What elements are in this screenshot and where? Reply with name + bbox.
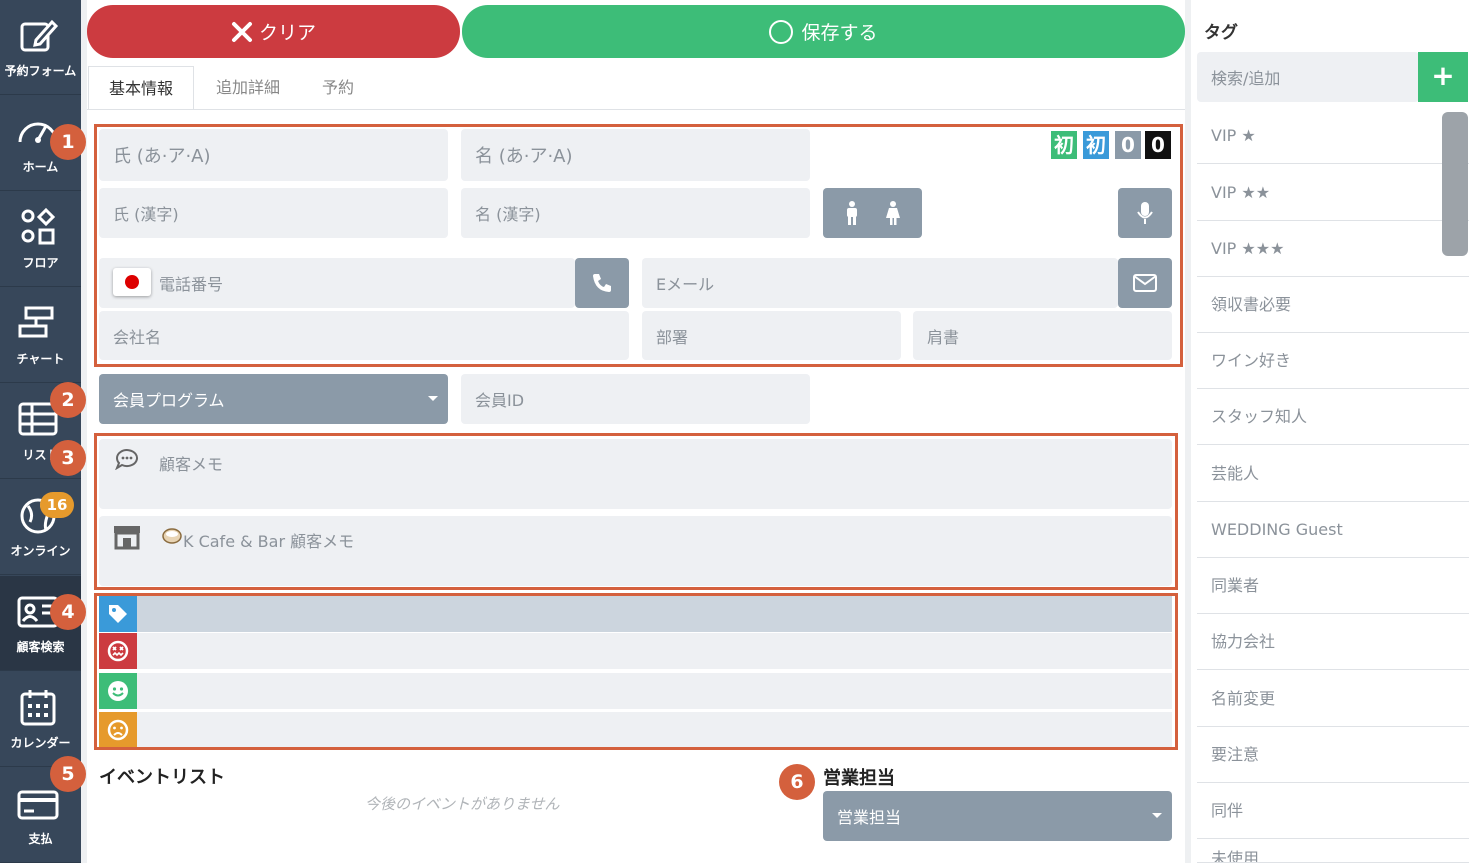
save-label: 保存する [801, 22, 878, 44]
tag-item[interactable]: 同伴 [1197, 783, 1469, 839]
nav-label: カレンダー [10, 736, 71, 750]
circle-icon [769, 19, 794, 44]
member-id-input[interactable]: 会員ID [461, 374, 810, 424]
member-program-select[interactable]: 会員プログラム [99, 374, 448, 424]
nav-label: 顧客検索 [16, 640, 65, 654]
tag-item[interactable]: 要注意 [1197, 727, 1469, 783]
nav-label: 予約フォーム [4, 64, 77, 78]
nav-calendar[interactable]: カレンダー [0, 672, 81, 767]
tag-item[interactable]: VIP ★★★ [1197, 221, 1469, 277]
online-count-badge: 16 [40, 492, 74, 518]
callout-number-6: 6 [779, 764, 815, 800]
chart-icon [18, 306, 54, 338]
callout-box-1 [94, 124, 1183, 367]
clear-label: クリア [258, 22, 316, 44]
edit-icon [20, 19, 59, 52]
tag-list-scrollbar[interactable] [1442, 112, 1468, 256]
callout-number-5: 5 [50, 756, 86, 792]
tag-item[interactable]: 領収書必要 [1197, 277, 1469, 333]
callout-number-3: 3 [50, 440, 86, 476]
nav-label: チャート [16, 352, 65, 366]
clear-button[interactable]: クリア [87, 5, 460, 58]
sales-rep-title: 営業担当 [823, 768, 895, 789]
nav-floor[interactable]: フロア [0, 192, 81, 287]
calendar-icon [20, 690, 56, 726]
tab-basic-info[interactable]: 基本情報 [88, 66, 194, 110]
member-program-label: 会員プログラム [113, 391, 225, 410]
tag-item[interactable]: 未使用 [1197, 839, 1469, 863]
event-list-empty: 今後のイベントがありません [365, 795, 560, 813]
nav-label: ホーム [22, 160, 59, 174]
nav-chart[interactable]: チャート [0, 288, 81, 383]
event-list-title: イベントリスト [99, 767, 225, 788]
nav-label: フロア [22, 256, 59, 270]
tag-item[interactable]: VIP ★ [1197, 108, 1469, 164]
floor-icon [21, 207, 56, 245]
tab-additional-details[interactable]: 追加詳細 [198, 66, 298, 110]
tag-item[interactable]: ワイン好き [1197, 333, 1469, 389]
tag-item[interactable]: 同業者 [1197, 558, 1469, 614]
callout-number-4: 4 [50, 594, 86, 630]
chevron-down-icon [1152, 813, 1162, 818]
sales-rep-label: 営業担当 [837, 808, 902, 827]
callout-number-2: 2 [50, 382, 86, 418]
tag-item[interactable]: 協力会社 [1197, 614, 1469, 670]
nav-label: 支払 [28, 832, 53, 846]
callout-number-1: 1 [50, 124, 86, 160]
tag-item[interactable]: 名前変更 [1197, 671, 1469, 727]
tag-item[interactable]: VIP ★★ [1197, 165, 1469, 221]
nav-label: オンライン [10, 544, 71, 558]
add-tag-button[interactable]: + [1418, 52, 1468, 102]
close-icon [231, 21, 252, 42]
tab-divider [87, 109, 1185, 110]
tab-reservations[interactable]: 予約 [302, 66, 374, 110]
tag-item[interactable]: スタッフ知人 [1197, 389, 1469, 445]
chevron-down-icon [428, 396, 438, 401]
tag-item[interactable]: 芸能人 [1197, 446, 1469, 502]
callout-box-3 [94, 433, 1178, 590]
sales-rep-select[interactable]: 営業担当 [823, 791, 1172, 841]
payment-icon [17, 790, 59, 820]
callout-box-4 [94, 593, 1178, 750]
tag-search-input[interactable]: 検索/追加 [1197, 52, 1419, 102]
tag-panel-title: タグ [1204, 23, 1238, 43]
tag-item[interactable]: WEDDING Guest [1197, 502, 1469, 558]
save-button[interactable]: 保存する [462, 5, 1185, 58]
nav-reservation-form[interactable]: 予約フォーム [0, 0, 81, 95]
